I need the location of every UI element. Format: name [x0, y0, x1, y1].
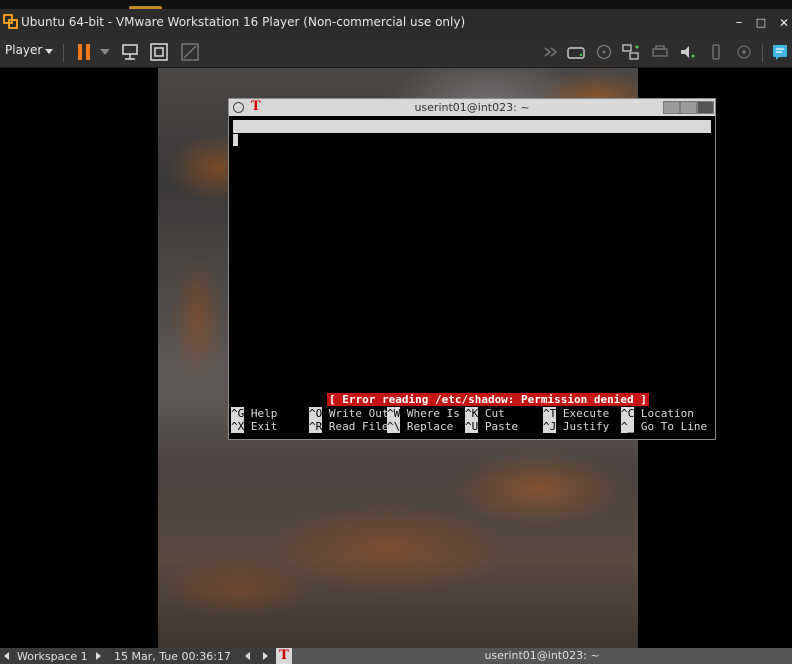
nano-shortcut-justify[interactable]: ^J Justify: [543, 420, 609, 433]
nano-shortcut-paste[interactable]: ^U Paste: [465, 420, 518, 433]
fullscreen-icon: [150, 43, 168, 61]
network-icon: [622, 44, 639, 60]
forward-icon: [544, 47, 558, 57]
nano-title-bar: GNU nano 5.4 New Buffer: [233, 120, 711, 159]
pause-button[interactable]: [74, 42, 94, 62]
messages-button[interactable]: [770, 42, 790, 62]
shortcut-key: ^O: [309, 407, 323, 420]
next-workspace-icon[interactable]: [96, 652, 101, 660]
nano-error-message: [ Error reading /etc/shadow: Permission …: [327, 393, 649, 406]
shortcut-key: ^G: [231, 407, 245, 420]
nano-edit-area[interactable]: [233, 134, 711, 389]
shortcut-key: ^X: [231, 420, 245, 433]
next-task-icon[interactable]: [263, 652, 268, 660]
shortcut-label: Go To Line: [640, 420, 708, 433]
shortcut-label: Write Out: [328, 407, 389, 420]
shortcut-key: ^U: [465, 420, 479, 433]
camera-icon: [737, 45, 751, 59]
toolbar-divider: [762, 44, 763, 62]
close-button[interactable]: ✕: [776, 15, 792, 31]
forward-button[interactable]: [541, 42, 561, 62]
shortcut-key: ^\: [387, 420, 401, 433]
shortcut-key: ^R: [309, 420, 323, 433]
shortcut-label: Paste: [484, 420, 518, 433]
maximize-button[interactable]: □: [753, 15, 769, 31]
nano-shortcut-help[interactable]: ^G Help: [231, 407, 277, 420]
task-button[interactable]: userint01@int023: ~: [292, 648, 792, 664]
nano-shortcut-replace[interactable]: ^\ Replace: [387, 420, 453, 433]
camera-device-button[interactable]: [734, 42, 754, 62]
nano-shortcut-exit[interactable]: ^X Exit: [231, 420, 277, 433]
messages-icon: [773, 45, 787, 60]
nano-shortcut-execute[interactable]: ^T Execute: [543, 407, 609, 420]
cd-icon: [596, 44, 612, 60]
shortcut-label: Location: [640, 407, 694, 420]
clock: 15 Mar, Tue 00:36:17: [114, 650, 231, 663]
send-ctrl-alt-del-button[interactable]: [120, 42, 140, 62]
task-title: userint01@int023: ~: [484, 649, 600, 662]
sound-icon: [681, 46, 695, 58]
shortcut-label: Read File: [328, 420, 389, 433]
xterm-minimize-button[interactable]: [663, 101, 680, 114]
prev-workspace-icon[interactable]: [4, 652, 9, 660]
xterm-title: userint01@int023: ~: [414, 101, 530, 114]
power-dropdown-button[interactable]: [95, 42, 115, 62]
unity-button[interactable]: [180, 42, 200, 62]
vmware-title-bar: Ubuntu 64-bit - VMware Workstation 16 Pl…: [0, 9, 792, 40]
shortcut-label: Where Is: [406, 407, 460, 420]
shortcut-label: Exit: [250, 420, 278, 433]
shortcut-key: ^W: [387, 407, 401, 420]
window-title: Ubuntu 64-bit - VMware Workstation 16 Pl…: [21, 15, 466, 29]
toolbar-divider: [63, 44, 64, 62]
xterm-task-icon[interactable]: T: [276, 648, 292, 664]
vmware-logo-icon: [3, 14, 18, 29]
shortcut-key: ^K: [465, 407, 479, 420]
nano-shortcut-where-is[interactable]: ^W Where Is: [387, 407, 460, 420]
network-device-button[interactable]: [621, 42, 641, 62]
xterm-title-bar[interactable]: T userint01@int023: ~: [229, 99, 715, 116]
player-menu-chevron-down-icon[interactable]: [45, 49, 53, 54]
shortcut-label: Cut: [484, 407, 505, 420]
usb-device-button[interactable]: [706, 42, 726, 62]
printer-device-button[interactable]: [650, 42, 670, 62]
xterm-maximize-button[interactable]: [680, 101, 697, 114]
nano-shortcut-go-to-line[interactable]: ^_ Go To Line: [621, 420, 707, 433]
hard-disk-icon: [567, 47, 585, 59]
host-top-strip: [0, 0, 792, 10]
nano-shortcut-location[interactable]: ^C Location: [621, 407, 694, 420]
shortcut-label: Execute: [562, 407, 610, 420]
sound-device-button[interactable]: [678, 42, 698, 62]
xterm-close-button[interactable]: [697, 101, 714, 114]
shortcut-key: ^T: [543, 407, 557, 420]
nano-shortcut-read-file[interactable]: ^R Read File: [309, 420, 388, 433]
workspace-label[interactable]: Workspace 1: [17, 650, 88, 663]
usb-icon: [712, 44, 720, 60]
shortcut-key: ^C: [621, 407, 635, 420]
unity-icon: [181, 43, 199, 61]
xterm-window[interactable]: T userint01@int023: ~ GNU nano 5.4 New B…: [228, 98, 716, 440]
prev-task-icon[interactable]: [245, 652, 250, 660]
cd-device-button[interactable]: [594, 42, 614, 62]
dropdown-icon: [100, 49, 110, 55]
pause-icon: [78, 44, 90, 60]
shortcut-label: Replace: [406, 420, 454, 433]
guest-taskbar: Workspace 1 15 Mar, Tue 00:36:17 T useri…: [0, 648, 792, 664]
nano-shortcut-cut[interactable]: ^K Cut: [465, 407, 505, 420]
hard-disk-device-button[interactable]: [566, 42, 586, 62]
shortcut-key: ^_: [621, 420, 635, 433]
shortcut-label: Justify: [562, 420, 610, 433]
send-ctrl-alt-del-icon: [122, 44, 138, 60]
player-menu[interactable]: Player: [5, 43, 42, 57]
shortcut-label: Help: [250, 407, 278, 420]
fullscreen-button[interactable]: [149, 42, 169, 62]
printer-icon: [652, 45, 668, 57]
vmware-toolbar: Player: [0, 40, 792, 68]
nano-shortcut-write-out[interactable]: ^O Write Out: [309, 407, 388, 420]
shortcut-key: ^J: [543, 420, 557, 433]
minimize-button[interactable]: –: [731, 15, 747, 31]
